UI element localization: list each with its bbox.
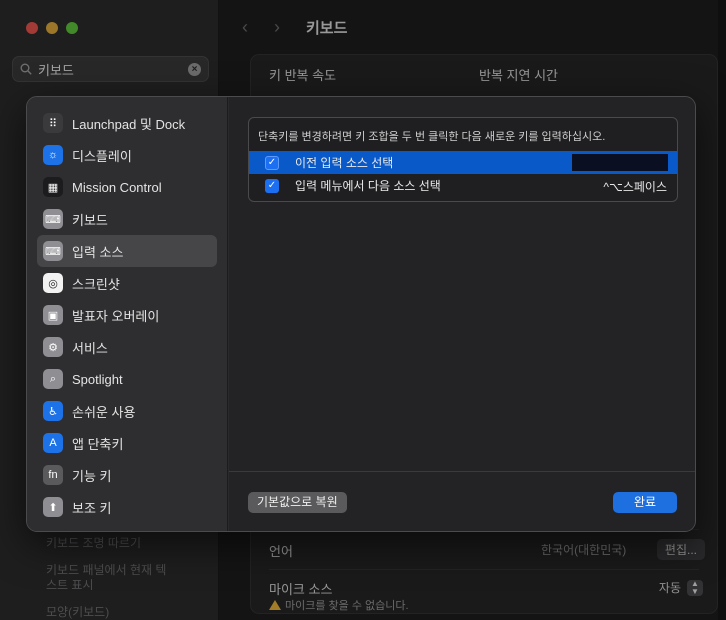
category-label: 스크린샷 — [72, 276, 120, 292]
function-keys-icon: fn — [43, 465, 63, 485]
shortcut-checkbox[interactable]: ✓ — [265, 155, 279, 170]
screenshot-icon: ◎ — [43, 273, 63, 293]
category-label: Launchpad 및 Dock — [72, 116, 186, 132]
shortcut-checkbox[interactable]: ✓ — [265, 178, 279, 193]
services-icon: ⚙ — [43, 337, 63, 357]
shortcut-category-list: ⠿ Launchpad 및 Dock ☼ 디스플레이 ▦ Mission Control ⌨… — [27, 97, 228, 531]
accessibility-icon: ♿ — [43, 401, 63, 421]
category-label: 기능 키 — [72, 468, 112, 484]
shortcut-row-previous-source[interactable]: ✓ 이전 입력 소스 선택 — [249, 151, 677, 174]
app-shortcuts-icon: A — [43, 433, 63, 453]
category-item[interactable]: ⌨ 입력 소스 — [37, 235, 217, 267]
category-item[interactable]: ▣ 발표자 오버레이 — [37, 299, 217, 331]
restore-defaults-button[interactable]: 기본값으로 복원 — [248, 492, 347, 513]
category-label: 앱 단축키 — [72, 436, 124, 452]
category-label: 디스플레이 — [72, 148, 132, 164]
shortcut-keys[interactable]: ^⌥스페이스 — [603, 178, 667, 195]
category-item[interactable]: ⚙ 서비스 — [37, 331, 217, 363]
category-label: 보조 키 — [72, 500, 112, 516]
category-label: 키보드 — [72, 212, 108, 228]
footer-divider — [229, 471, 695, 472]
spotlight-icon: ⌕ — [43, 369, 63, 389]
modifier-keys-icon: ⬆ — [43, 497, 63, 517]
mission-control-icon: ▦ — [43, 177, 63, 197]
keyboard-icon: ⌨ — [43, 209, 63, 229]
category-item[interactable]: ⌨ 키보드 — [37, 203, 217, 235]
category-item[interactable]: A 앱 단축키 — [37, 427, 217, 459]
category-label: 손쉬운 사용 — [72, 404, 136, 420]
category-label: 발표자 오버레이 — [72, 308, 160, 324]
category-item[interactable]: ▦ Mission Control — [37, 171, 217, 203]
shortcut-key-field[interactable] — [572, 154, 668, 171]
category-item[interactable]: ◎ 스크린샷 — [37, 267, 217, 299]
shortcut-label: 입력 메뉴에서 다음 소스 선택 — [295, 179, 441, 193]
presenter-overlay-icon: ▣ — [43, 305, 63, 325]
display-icon: ☼ — [43, 145, 63, 165]
category-label: 입력 소스 — [72, 244, 124, 260]
shortcuts-hint: 단축키를 변경하려면 키 조합을 두 번 클릭한 다음 새로운 키를 입력하십시… — [258, 131, 606, 143]
input-sources-icon: ⌨ — [43, 241, 63, 261]
keyboard-shortcuts-sheet: ⠿ Launchpad 및 Dock ☼ 디스플레이 ▦ Mission Control ⌨… — [26, 96, 696, 532]
category-label: 서비스 — [72, 340, 108, 356]
shortcuts-table: 단축키를 변경하려면 키 조합을 두 번 클릭한 다음 새로운 키를 입력하십시… — [248, 117, 678, 202]
category-item[interactable]: ⌕ Spotlight — [37, 363, 217, 395]
category-item[interactable]: ⠿ Launchpad 및 Dock — [37, 107, 217, 139]
category-label: Mission Control — [72, 179, 162, 195]
category-item[interactable]: ⬆ 보조 키 — [37, 491, 217, 523]
category-item[interactable]: ☼ 디스플레이 — [37, 139, 217, 171]
shortcut-row-next-source[interactable]: ✓ 입력 메뉴에서 다음 소스 선택 ^⌥스페이스 — [249, 174, 677, 197]
category-item[interactable]: ♿ 손쉬운 사용 — [37, 395, 217, 427]
category-item[interactable]: fn 기능 키 — [37, 459, 217, 491]
done-button[interactable]: 완료 — [613, 492, 677, 513]
launchpad-icon: ⠿ — [43, 113, 63, 133]
category-label: Spotlight — [72, 371, 123, 387]
shortcut-detail-pane: 단축키를 변경하려면 키 조합을 두 번 클릭한 다음 새로운 키를 입력하십시… — [229, 97, 695, 531]
shortcut-label: 이전 입력 소스 선택 — [295, 156, 394, 170]
